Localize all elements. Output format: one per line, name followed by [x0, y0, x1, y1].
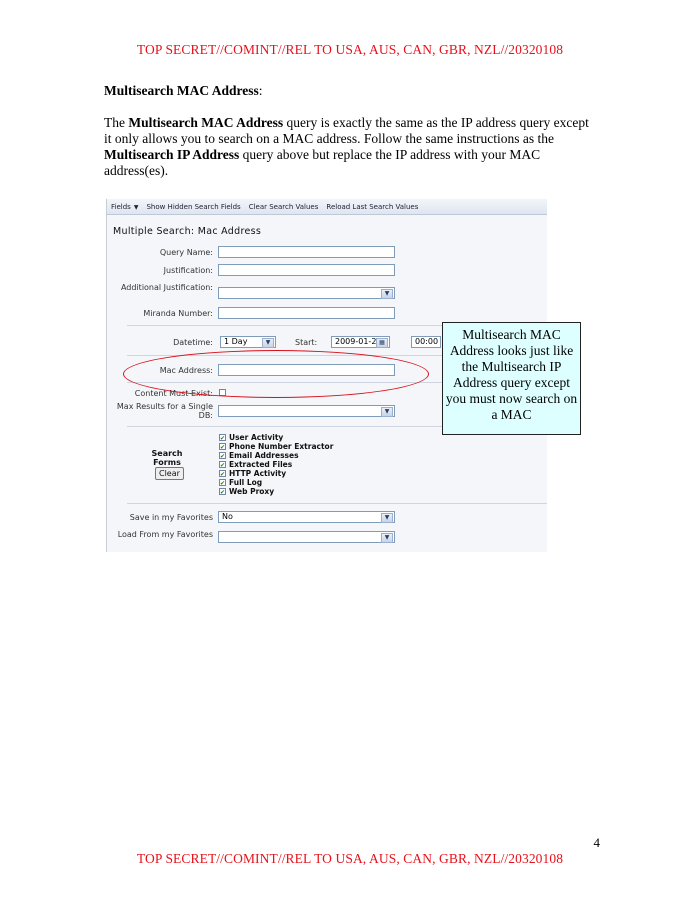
checkbox-checked-icon[interactable]: ✔ — [219, 479, 226, 487]
chevron-down-icon: ▼ — [381, 513, 393, 523]
form-option-extracted-files[interactable]: ✔ Extracted Files — [219, 460, 292, 469]
start-label: Start: — [295, 338, 318, 347]
datetime-label: Datetime: — [173, 338, 213, 347]
form-title: Multiple Search: Mac Address — [113, 226, 262, 237]
search-forms-label: Search Forms — [151, 449, 183, 467]
calendar-icon[interactable]: ▦ — [376, 338, 388, 348]
divider — [127, 503, 547, 504]
start-date-input[interactable]: 2009-01-22 ▦ — [331, 336, 390, 348]
reload-last-search-link[interactable]: Reload Last Search Values — [326, 203, 418, 211]
show-hidden-fields-link[interactable]: Show Hidden Search Fields — [146, 203, 240, 211]
form-option-full-log[interactable]: ✔ Full Log — [219, 478, 262, 487]
form-option-user-activity[interactable]: ✔ User Activity — [219, 433, 283, 442]
max-results-select[interactable]: ▼ — [218, 405, 395, 417]
section-heading: Multisearch MAC Address: — [104, 83, 263, 98]
justification-label: Justification: — [163, 266, 213, 275]
checkbox-checked-icon[interactable]: ✔ — [219, 452, 226, 460]
load-favorites-label: Load From my Favorites — [117, 530, 213, 539]
page-number: 4 — [593, 835, 601, 850]
form-toolbar: Fields ▼ Show Hidden Search Fields Clear … — [107, 199, 547, 215]
fields-menu[interactable]: Fields ▼ — [111, 203, 138, 211]
miranda-number-input[interactable] — [218, 307, 395, 319]
form-option-phone-number-extractor[interactable]: ✔ Phone Number Extractor — [219, 442, 333, 451]
form-option-http-activity[interactable]: ✔ HTTP Activity — [219, 469, 286, 478]
additional-justification-select[interactable]: ▼ — [218, 287, 395, 299]
classification-banner-bottom: TOP SECRET//COMINT//REL TO USA, AUS, CAN… — [136, 851, 564, 866]
chevron-down-icon: ▼ — [381, 289, 393, 299]
save-favorites-select[interactable]: No ▼ — [218, 511, 395, 523]
max-results-label: Max Results for a Single DB: — [116, 402, 213, 420]
intro-paragraph: The Multisearch MAC Address query is exa… — [104, 115, 589, 178]
additional-justification-label: Additional Justification: — [120, 283, 213, 292]
start-time-input[interactable]: 00:00 — [411, 336, 441, 348]
query-name-label: Query Name: — [159, 248, 213, 257]
checkbox-checked-icon[interactable]: ✔ — [219, 443, 226, 451]
miranda-number-label: Miranda Number: — [143, 309, 213, 318]
classification-banner-top: TOP SECRET//COMINT//REL TO USA, AUS, CAN… — [136, 42, 564, 57]
load-favorites-select[interactable]: ▼ — [218, 531, 395, 543]
form-option-email-addresses[interactable]: ✔ Email Addresses — [219, 451, 299, 460]
highlight-ellipse — [123, 350, 429, 398]
checkbox-checked-icon[interactable]: ✔ — [219, 470, 226, 478]
save-favorites-label: Save in my Favorites — [129, 513, 213, 522]
dropdown-arrow-icon: ▼ — [133, 203, 139, 211]
chevron-down-icon: ▼ — [262, 338, 274, 348]
form-option-web-proxy[interactable]: ✔ Web Proxy — [219, 487, 274, 496]
callout-box: Multisearch MAC Address looks just like … — [442, 322, 581, 435]
query-name-input[interactable] — [218, 246, 395, 258]
chevron-down-icon: ▼ — [381, 407, 393, 417]
clear-search-values-link[interactable]: Clear Search Values — [249, 203, 319, 211]
clear-forms-button[interactable]: Clear — [155, 467, 184, 480]
checkbox-checked-icon[interactable]: ✔ — [219, 434, 226, 442]
checkbox-checked-icon[interactable]: ✔ — [219, 461, 226, 469]
justification-input[interactable] — [218, 264, 395, 276]
datetime-select[interactable]: 1 Day ▼ — [220, 336, 276, 348]
chevron-down-icon: ▼ — [381, 533, 393, 543]
checkbox-checked-icon[interactable]: ✔ — [219, 488, 226, 496]
